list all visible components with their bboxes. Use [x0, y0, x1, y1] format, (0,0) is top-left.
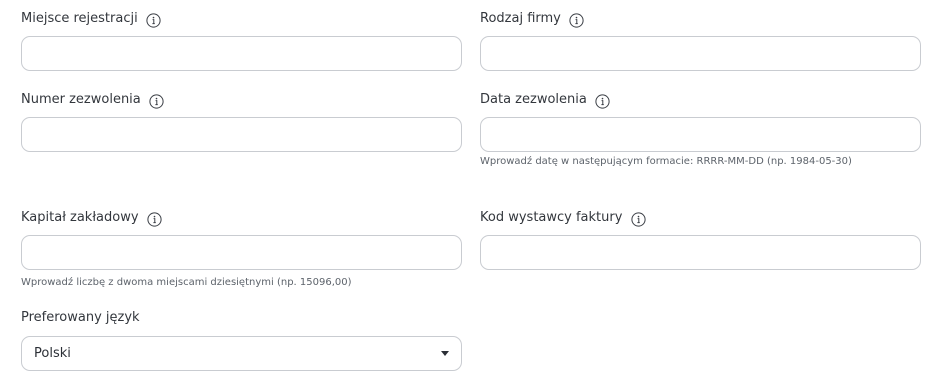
permit-number-input-box: [21, 117, 462, 152]
company-type-label-row: Rodzaj firmy: [480, 8, 923, 28]
info-icon[interactable]: [569, 12, 585, 28]
company-type-label: Rodzaj firmy: [480, 10, 561, 26]
permit-date-field: Data zezwolenia Wprowadź datę w następuj…: [480, 89, 923, 193]
registration-place-input[interactable]: [22, 37, 461, 70]
invoice-issuer-code-field: Kod wystawcy faktury: [480, 207, 923, 273]
permit-date-input-box: [480, 117, 921, 152]
permit-date-hint: Wprowadź datę w następującym formacie: R…: [480, 156, 852, 167]
invoice-issuer-code-label-row: Kod wystawcy faktury: [480, 207, 923, 227]
registration-place-field: Miejsce rejestracji: [21, 8, 464, 74]
registration-place-label-row: Miejsce rejestracji: [21, 8, 464, 28]
info-icon[interactable]: [147, 211, 163, 227]
preferred-language-select[interactable]: Polski: [21, 336, 462, 371]
registration-place-input-box: [21, 36, 462, 71]
share-capital-label: Kapitał zakładowy: [21, 209, 139, 225]
company-type-input[interactable]: [481, 37, 920, 70]
permit-date-label: Data zezwolenia: [480, 91, 587, 107]
invoice-issuer-code-input-box: [480, 235, 921, 270]
permit-date-input[interactable]: [481, 118, 920, 151]
share-capital-input-box: [21, 235, 462, 270]
company-type-field: Rodzaj firmy: [480, 8, 923, 74]
company-type-input-box: [480, 36, 921, 71]
registration-place-label: Miejsce rejestracji: [21, 10, 138, 26]
permit-number-label-row: Numer zezwolenia: [21, 89, 464, 109]
permit-number-field: Numer zezwolenia: [21, 89, 464, 155]
invoice-issuer-code-label: Kod wystawcy faktury: [480, 209, 623, 225]
invoice-issuer-code-input[interactable]: [481, 236, 920, 269]
permit-number-input[interactable]: [22, 118, 461, 151]
preferred-language-field: Preferowany język Polski: [21, 307, 464, 375]
preferred-language-label: Preferowany język: [21, 309, 140, 325]
share-capital-field: Kapitał zakładowy Wprowadź liczbę z dwom…: [21, 207, 464, 291]
permit-date-label-row: Data zezwolenia: [480, 89, 923, 109]
info-icon[interactable]: [149, 93, 165, 109]
preferred-language-selected-value: Polski: [34, 346, 71, 361]
share-capital-input[interactable]: [22, 236, 461, 269]
info-icon[interactable]: [630, 211, 646, 227]
info-icon[interactable]: [146, 12, 162, 28]
share-capital-hint: Wprowadź liczbę z dwoma miejscami dziesi…: [21, 277, 352, 288]
caret-down-icon[interactable]: [441, 351, 449, 356]
preferred-language-label-row: Preferowany język: [21, 307, 464, 327]
permit-number-label: Numer zezwolenia: [21, 91, 141, 107]
info-icon[interactable]: [595, 93, 611, 109]
share-capital-label-row: Kapitał zakładowy: [21, 207, 464, 227]
